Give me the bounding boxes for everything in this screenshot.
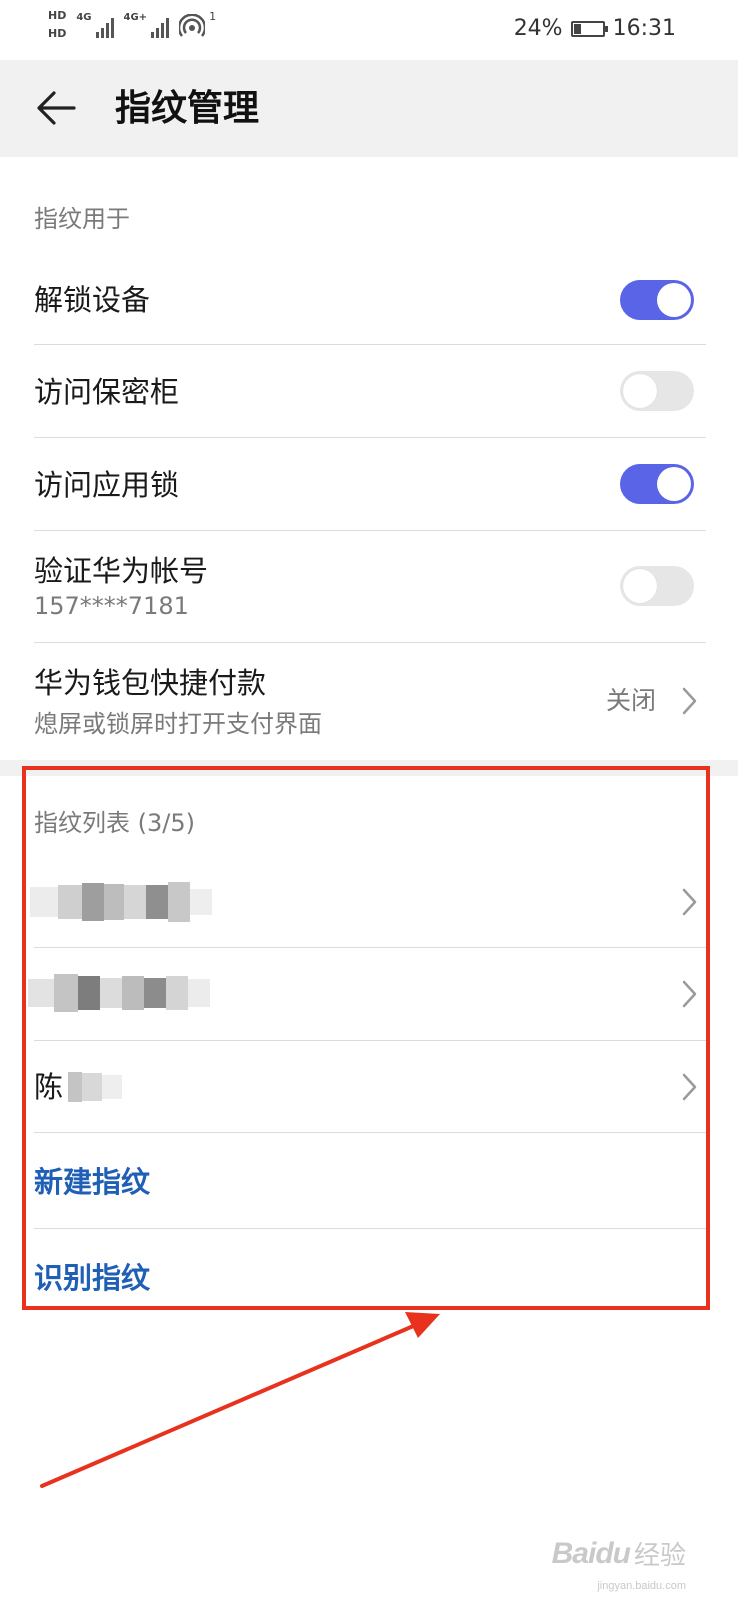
annotation-arrow-icon [40,1312,440,1488]
app-lock-toggle[interactable] [620,464,694,504]
battery-icon [570,20,608,37]
hd-indicators: HD HD [48,10,66,40]
setting-description: 熄屏或锁屏时打开支付界面 [34,710,322,738]
setting-label: 访问保密柜 [34,375,180,409]
status-icons-left: HD HD 4G 4G+ 1 [48,10,216,54]
clock: 16:31 [612,16,676,41]
watermark: Baidu 经验 [552,1535,686,1572]
setting-wallet-quick-pay[interactable]: 华为钱包快捷付款 熄屏或锁屏时打开支付界面 关闭 [34,643,706,760]
back-arrow-icon[interactable] [34,86,78,130]
watermark-logo: Baidu [551,1536,631,1570]
access-safe-toggle[interactable] [620,371,694,411]
setting-label: 验证华为帐号 [34,554,209,588]
status-icons-right: 24% 16:31 [514,16,676,41]
hd-sim1: HD [48,9,67,22]
setting-verify-account[interactable]: 验证华为帐号 157****7181 [34,531,706,642]
chevron-right-icon [682,687,697,715]
hotspot-count: 1 [209,10,217,23]
signal-sim1-icon: 4G [76,12,114,38]
network-type-2: 4G+ [123,12,148,23]
battery-percent: 24% [513,16,563,41]
status-bar: HD HD 4G 4G+ 1 24% 16:31 [0,0,738,60]
signal-sim2-icon: 4G+ [124,12,170,38]
section-header-usage: 指纹用于 [34,205,130,233]
account-number: 157****7181 [34,592,189,620]
watermark-cn: 经验 [633,1540,686,1570]
hd-sim2: HD [48,27,67,40]
setting-label: 访问应用锁 [34,468,180,502]
annotation-highlight-box [22,766,710,1310]
hotspot-icon [179,14,206,37]
setting-app-lock[interactable]: 访问应用锁 [34,438,706,530]
watermark-url: jingyan.baidu.com [597,1580,686,1592]
wallet-status-value: 关闭 [605,686,656,715]
setting-label: 华为钱包快捷付款 [34,666,267,700]
unlock-device-toggle[interactable] [620,280,694,320]
app-bar: 指纹管理 [0,60,738,157]
verify-account-toggle[interactable] [620,566,694,606]
page-title: 指纹管理 [115,88,260,129]
setting-access-safe[interactable]: 访问保密柜 [34,345,706,437]
network-type-1: 4G [76,12,92,23]
setting-label: 解锁设备 [34,283,151,317]
setting-unlock-device[interactable]: 解锁设备 [34,262,706,344]
